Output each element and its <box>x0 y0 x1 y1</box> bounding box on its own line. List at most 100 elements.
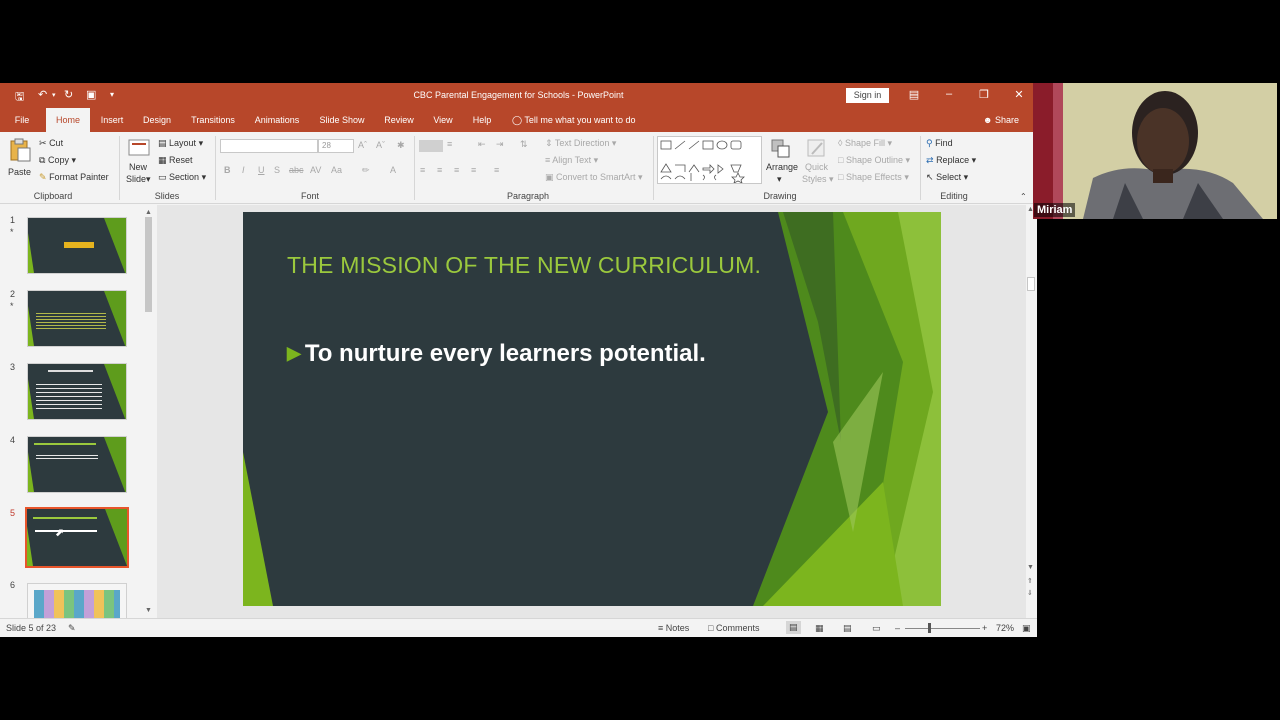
arrange-dropdown-icon[interactable]: ▾ <box>777 174 782 185</box>
comments-button[interactable]: □ Comments <box>708 623 759 633</box>
cut-button[interactable]: ✂ Cut <box>39 138 63 149</box>
shape-outline-button[interactable]: □ Shape Outline ▾ <box>838 155 910 166</box>
slide-scrollbar[interactable]: ▲ ▼ ⇑ ⇓ <box>1026 205 1036 618</box>
increase-font-icon[interactable]: Aˆ <box>358 140 367 150</box>
tab-view[interactable]: View <box>428 108 458 132</box>
slide-bullet[interactable]: ▶ To nurture every learners potential. <box>287 340 706 368</box>
font-family-box[interactable] <box>220 139 318 153</box>
change-case-icon[interactable]: Aa <box>331 165 342 175</box>
tab-help[interactable]: Help <box>468 108 496 132</box>
increase-indent-icon[interactable]: ⇥ <box>496 139 504 150</box>
tab-transitions[interactable]: Transitions <box>186 108 240 132</box>
slideshow-view-icon[interactable]: ▭ <box>872 623 881 634</box>
line-spacing-icon[interactable]: ⇅ <box>520 139 528 150</box>
italic-icon[interactable]: I <box>242 165 245 175</box>
collapse-ribbon-icon[interactable]: ⌃ <box>1020 192 1027 201</box>
slide-thumbnail-4[interactable] <box>27 436 127 493</box>
normal-view-icon[interactable]: ▤ <box>786 621 801 634</box>
decrease-indent-icon[interactable]: ⇤ <box>478 139 486 150</box>
minimize-icon[interactable]: – <box>939 88 959 100</box>
strikethrough-icon[interactable]: abc <box>289 165 304 175</box>
layout-button[interactable]: ▤ Layout ▾ <box>158 138 203 149</box>
zoom-slider-thumb[interactable] <box>928 623 931 633</box>
highlight-icon[interactable]: ✏ <box>362 165 370 176</box>
next-slide-icon[interactable]: ⇓ <box>1027 589 1033 597</box>
shape-fill-button[interactable]: ◊ Shape Fill ▾ <box>838 138 892 149</box>
reset-button[interactable]: ▦ Reset <box>158 155 193 166</box>
ribbon-display-options-icon[interactable]: ▤ <box>904 88 924 101</box>
shadow-icon[interactable]: S <box>274 165 280 175</box>
thumbnail-text-lines <box>36 384 102 410</box>
slide-title[interactable]: THE MISSION OF THE NEW CURRICULUM. <box>287 252 761 279</box>
paste-button[interactable] <box>8 138 32 164</box>
share-label: Share <box>995 115 1020 125</box>
quick-styles-button[interactable] <box>806 138 828 162</box>
scroll-down-icon[interactable]: ▼ <box>145 607 152 614</box>
thumbnail-number: 3 <box>10 362 16 372</box>
close-icon[interactable]: ✕ <box>1009 88 1029 101</box>
tab-slide-show[interactable]: Slide Show <box>314 108 370 132</box>
section-button[interactable]: ▭ Section ▾ <box>158 172 206 183</box>
thumbnail-scrollbar[interactable]: ▲ ▼ <box>144 205 153 618</box>
decrease-font-icon[interactable]: Aˇ <box>376 140 385 150</box>
spell-check-icon[interactable]: ✎ <box>68 623 76 634</box>
slide-thumbnail-6[interactable] <box>27 583 127 618</box>
tab-home[interactable]: Home <box>46 108 90 132</box>
shape-effects-button[interactable]: □ Shape Effects ▾ <box>838 172 909 183</box>
zoom-slider-track[interactable] <box>905 628 980 629</box>
reading-view-icon[interactable]: ▤ <box>843 623 852 634</box>
format-painter-button[interactable]: ✎ Format Painter <box>39 172 109 183</box>
align-right-icon[interactable]: ≡ <box>454 165 459 175</box>
fit-to-window-icon[interactable]: ▣ <box>1022 623 1031 634</box>
numbering-icon[interactable]: ≡ <box>447 139 452 149</box>
scroll-thumb[interactable] <box>145 217 152 312</box>
slide-thumbnail-2[interactable] <box>27 290 127 347</box>
restore-icon[interactable]: ❐ <box>974 88 994 101</box>
previous-slide-icon[interactable]: ⇑ <box>1027 577 1033 585</box>
replace-button[interactable]: ⇄ Replace ▾ <box>926 155 976 166</box>
new-slide-button[interactable] <box>126 138 152 162</box>
zoom-in-icon[interactable]: + <box>982 623 987 633</box>
scroll-thumb[interactable] <box>1027 277 1035 291</box>
tab-animations[interactable]: Animations <box>250 108 304 132</box>
find-button[interactable]: ⚲ Find <box>926 138 953 149</box>
tell-me-search[interactable]: ◯ Tell me what you want to do <box>512 108 635 132</box>
font-size-box[interactable]: 28 <box>318 139 354 153</box>
notes-button[interactable]: ≡ Notes <box>658 623 689 633</box>
zoom-out-icon[interactable]: – <box>895 623 900 633</box>
select-button[interactable]: ↖ Select ▾ <box>926 172 968 183</box>
tab-review[interactable]: Review <box>380 108 418 132</box>
slide-sorter-icon[interactable]: ▦ <box>815 623 824 634</box>
align-left-icon[interactable]: ≡ <box>420 165 425 175</box>
slide-thumbnail-3[interactable] <box>27 363 127 420</box>
current-slide[interactable]: THE MISSION OF THE NEW CURRICULUM. ▶ To n… <box>243 212 941 606</box>
scissors-icon: ✂ <box>39 138 47 148</box>
thumbnail-text-lines <box>36 313 106 329</box>
tab-file[interactable]: File <box>8 108 36 132</box>
zoom-level[interactable]: 72% <box>996 623 1014 633</box>
convert-smartart-button[interactable]: ▣ Convert to SmartArt ▾ <box>545 172 643 183</box>
slide-thumbnail-1[interactable] <box>27 217 127 274</box>
align-text-button[interactable]: ≡ Align Text ▾ <box>545 155 598 166</box>
copy-button[interactable]: ⧉ Copy ▾ <box>39 155 76 166</box>
tab-design[interactable]: Design <box>138 108 176 132</box>
justify-icon[interactable]: ≡ <box>471 165 476 175</box>
scroll-down-icon[interactable]: ▼ <box>1027 564 1034 571</box>
align-center-icon[interactable]: ≡ <box>437 165 442 175</box>
scroll-up-icon[interactable]: ▲ <box>145 209 152 216</box>
thumbnail-number: 4 <box>10 435 16 445</box>
bold-icon[interactable]: B <box>224 165 231 175</box>
font-color-icon[interactable]: A <box>390 165 396 175</box>
share-button[interactable]: ☻ Share <box>983 108 1019 132</box>
bullets-icon[interactable] <box>419 140 443 152</box>
shapes-gallery[interactable] <box>657 136 762 184</box>
sign-in-button[interactable]: Sign in <box>846 88 889 103</box>
slide-thumbnail-5-selected[interactable]: ⬈ <box>23 505 131 570</box>
clear-format-icon[interactable]: ✱ <box>397 140 405 151</box>
tab-insert[interactable]: Insert <box>96 108 128 132</box>
char-spacing-icon[interactable]: AV <box>310 165 321 175</box>
arrange-button[interactable] <box>770 138 792 162</box>
text-direction-button[interactable]: ⇕ Text Direction ▾ <box>545 138 616 149</box>
underline-icon[interactable]: U <box>258 165 265 175</box>
columns-icon[interactable]: ≡ <box>494 165 499 175</box>
